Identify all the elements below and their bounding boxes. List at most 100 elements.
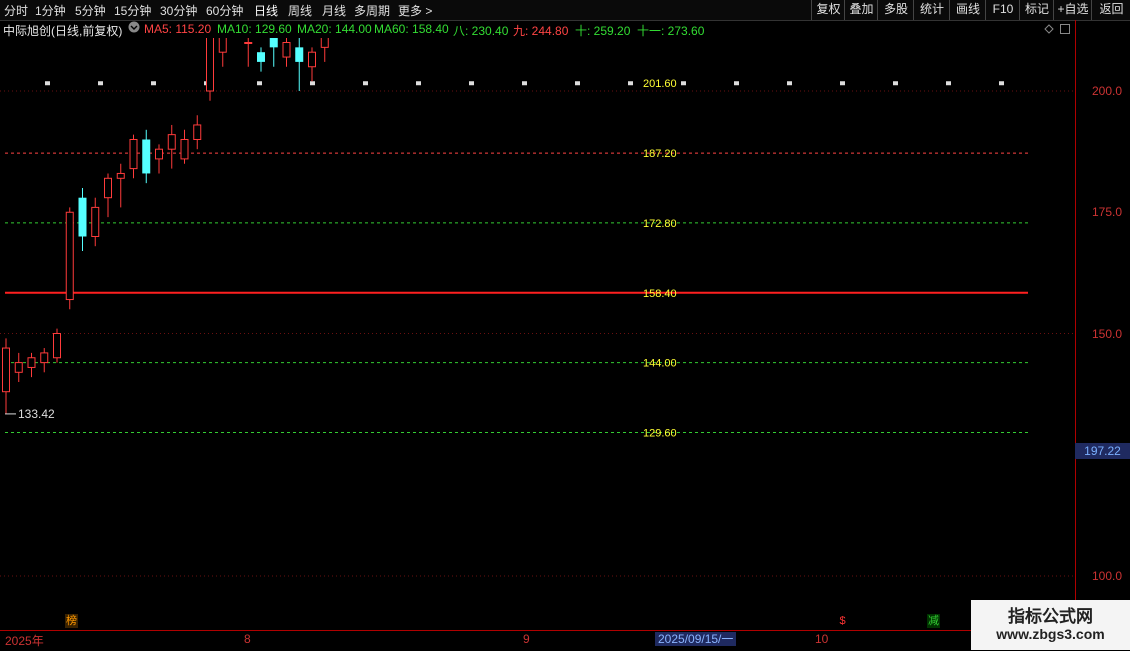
level-label: 172.80 <box>643 218 677 230</box>
candle-body <box>116 172 125 179</box>
jiu-value: 九: 244.80 <box>513 24 569 38</box>
level-dot <box>734 81 739 86</box>
adjust-button[interactable]: 复权 <box>811 0 845 20</box>
overlay-button[interactable]: 叠加 <box>844 0 878 20</box>
xaxis-label-aug: 8 <box>244 632 251 646</box>
candle-body <box>53 333 61 359</box>
level-dot <box>893 81 898 86</box>
ma60-value: MA60: 158.40 <box>374 22 449 36</box>
event-marker-dividend[interactable]: $ <box>836 614 849 628</box>
stats-button[interactable]: 统计 <box>913 0 950 20</box>
shi-value: 十: 259.20 <box>575 24 631 38</box>
event-marker-list[interactable]: 榜 <box>65 614 78 628</box>
draw-button[interactable]: 画线 <box>949 0 986 20</box>
period-weekly[interactable]: 周线 <box>288 2 312 19</box>
mark-button[interactable]: 标记 <box>1019 0 1054 20</box>
kline-svg[interactable]: 273.60259.20244.80230.40216.00201.60187.… <box>0 0 1075 630</box>
level-dot <box>628 81 633 86</box>
candle-body <box>269 27 278 48</box>
level-dot <box>681 81 686 86</box>
candle-body <box>27 357 36 368</box>
settings-icon[interactable] <box>128 21 140 36</box>
level-dot <box>840 81 845 86</box>
f10-button[interactable]: F10 <box>985 0 1020 20</box>
period-more[interactable]: 更多 > <box>398 2 432 19</box>
level-label: 187.20 <box>643 148 677 160</box>
xaxis-label-year: 2025年 <box>5 634 44 648</box>
candle-body <box>244 42 253 44</box>
multi-stock-button[interactable]: 多股 <box>877 0 914 20</box>
yaxis-label: 100.0 <box>1092 569 1123 583</box>
candle-body <box>129 139 138 170</box>
period-daily[interactable]: 日线 <box>254 2 278 19</box>
candle-body <box>295 47 304 62</box>
candle-body <box>2 347 10 393</box>
level-dot <box>787 81 792 86</box>
candle-body <box>282 42 291 58</box>
level-dot <box>151 81 156 86</box>
level-label: 144.00 <box>643 358 677 370</box>
candle-body <box>14 362 23 373</box>
xaxis-label-sep: 9 <box>523 632 530 646</box>
candle-body <box>65 211 74 301</box>
candle-body <box>104 177 112 199</box>
shiyi-value: 十一: 273.60 <box>637 24 705 38</box>
candle-body <box>167 134 176 150</box>
level-dot <box>522 81 527 86</box>
candle-body <box>206 32 214 92</box>
level-dot <box>257 81 262 86</box>
level-dot <box>946 81 951 86</box>
period-monthly[interactable]: 月线 <box>322 2 346 19</box>
yaxis-label: 175.0 <box>1092 205 1123 220</box>
candle-body <box>193 124 202 140</box>
period-multi[interactable]: 多周期 <box>354 2 390 19</box>
level-dot <box>999 81 1004 86</box>
scroll-box-icon[interactable] <box>1060 23 1070 37</box>
price-axis: 500.0475.0450.0425.0400.0375.0350.0325.0… <box>1075 20 1130 630</box>
ma5-value: MA5: 115.20 <box>144 22 212 36</box>
period-60min[interactable]: 60分钟 <box>206 2 243 19</box>
watermark-url: www.zbgs3.com <box>996 626 1105 642</box>
indicator-info-bar: 中际旭创(日线,前复权) MA5: 115.20 MA10: 129.60 MA… <box>0 20 1075 38</box>
ma10-value: MA10: 129.60 <box>217 22 292 36</box>
diamond-icon[interactable] <box>1044 23 1054 37</box>
period-15min[interactable]: 15分钟 <box>114 2 151 19</box>
level-label: 158.40 <box>643 288 677 300</box>
candle-body <box>142 139 151 174</box>
current-price-tag: 197.22 <box>1075 443 1130 459</box>
level-dot <box>310 81 315 86</box>
period-intraday[interactable]: 分时 <box>4 2 28 19</box>
period-1min[interactable]: 1分钟 <box>35 2 66 19</box>
level-dot <box>469 81 474 86</box>
xaxis-label-oct: 10 <box>815 632 829 646</box>
period-toolbar: 分时 1分钟 5分钟 15分钟 30分钟 60分钟 日线 周线 月线 多周期 更… <box>0 0 1130 21</box>
candle-body <box>155 148 163 160</box>
yaxis-label: 200.0 <box>1092 84 1123 98</box>
watermark-title: 指标公式网 <box>1008 607 1093 626</box>
level-dot <box>363 81 368 86</box>
event-marker-reduce[interactable]: 减 <box>927 614 940 628</box>
ma20-value: MA20: 144.00 <box>297 22 372 36</box>
yaxis-label: 150.0 <box>1092 326 1123 341</box>
watermark-logo: 指标公式网 www.zbgs3.com <box>971 600 1130 650</box>
stock-title: 中际旭创(日线,前复权) <box>3 24 123 38</box>
candle-body <box>40 352 49 364</box>
candle-body <box>218 27 227 53</box>
kline-chart[interactable]: 273.60259.20244.80230.40216.00201.60187.… <box>0 0 1075 630</box>
add-watchlist-button[interactable]: +自选 <box>1053 0 1092 20</box>
date-axis: 2025年 8 9 2025/09/15/一 10 <box>0 630 1075 651</box>
ba-value: 八: 230.40 <box>453 24 509 38</box>
candle-body <box>180 139 189 160</box>
back-button[interactable]: 返回 <box>1091 0 1130 20</box>
level-dot <box>98 81 103 86</box>
candle-body <box>257 52 265 62</box>
candle-body <box>308 51 316 68</box>
cursor-date: 2025/09/15/一 <box>655 632 737 646</box>
level-label: 201.60 <box>643 78 677 90</box>
period-30min[interactable]: 30分钟 <box>160 2 197 19</box>
candle-body <box>320 27 329 48</box>
level-label: 129.60 <box>643 427 677 439</box>
period-5min[interactable]: 5分钟 <box>75 2 106 19</box>
level-dot <box>416 81 421 86</box>
level-dot <box>575 81 580 86</box>
